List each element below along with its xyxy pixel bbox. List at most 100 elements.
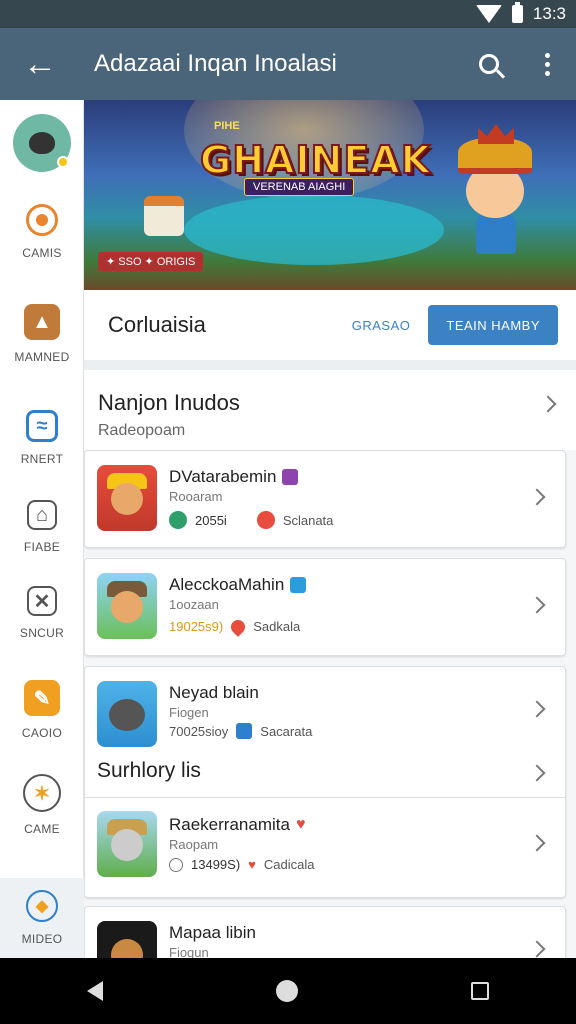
- group-header[interactable]: Nanjon Inudos Radeopoam: [84, 370, 576, 450]
- search-button[interactable]: [460, 28, 518, 100]
- sidebar-item-camis[interactable]: CAMIS: [0, 204, 84, 260]
- fire-icon: [256, 511, 275, 529]
- sidebar-item-label: CAOIO: [21, 726, 63, 740]
- info-icon: [169, 857, 183, 872]
- arrow-left-icon: ←: [23, 44, 57, 83]
- chevron-right-icon: [528, 940, 546, 958]
- section-header: Corluaisia GRASAO TEAIN HAMBY: [84, 290, 576, 360]
- app-value: 2055i: [195, 512, 227, 528]
- sidebar-item-label: RNERT: [20, 452, 64, 466]
- heart-icon: ♥: [295, 816, 306, 833]
- app-extra: Cadicala: [263, 857, 315, 872]
- sidebar-item-mideo[interactable]: ◆ MIDEO: [0, 878, 84, 958]
- app-extra: Sacarata: [260, 723, 313, 739]
- list-item[interactable]: AlecckoaMahin 1oozaan 19025s9) Sadkala: [84, 558, 566, 656]
- group-subtitle: Radeopoam: [98, 422, 186, 439]
- chevron-right-icon: [528, 596, 546, 614]
- app-subtitle: 1oozaan: [169, 597, 219, 612]
- sidebar-item-rnert[interactable]: ≈ RNERT: [0, 410, 84, 466]
- app-subtitle: Rooaram: [169, 489, 223, 504]
- app-thumbnail: [97, 681, 157, 747]
- app-subtitle: Raopam: [169, 837, 219, 852]
- sidebar-item-sncur[interactable]: ✕ SNCUR: [0, 586, 84, 640]
- list-item[interactable]: DVatarabemin Rooaram 2055i Sclanata: [84, 450, 566, 548]
- app-name: Mapaa libin: [169, 923, 256, 942]
- app-bar-title: Adazaai Inqan Inoalasi: [94, 50, 337, 77]
- sidebar-item-label: CAMIS: [22, 246, 62, 260]
- nav-home-icon[interactable]: [275, 980, 298, 1002]
- list-item[interactable]: Mapaa libin Fiogun: [84, 906, 566, 958]
- app-name: Neyad blain: [169, 683, 259, 702]
- list-item[interactable]: Neyad blain Fiogen 70025sioy Sacarata Su…: [84, 666, 566, 898]
- chevron-right-icon: [528, 700, 546, 718]
- sidebar: CAMIS ▲ MAMNED ≈ RNERT ⌂ FIABE ✕ SNCUR ✎…: [0, 100, 84, 958]
- app-value: 13499S): [191, 857, 241, 872]
- close-square-icon: ✕: [27, 586, 57, 616]
- app-tag-icon: [290, 577, 307, 593]
- battery-icon: [511, 2, 523, 23]
- banner-top-label: PIHE: [214, 120, 240, 132]
- heart-icon: [228, 616, 249, 637]
- app-bar: ← Adazaai Inqan Inoalasi: [0, 28, 576, 100]
- shield-icon: ◆: [26, 890, 58, 922]
- sidebar-profile[interactable]: [0, 114, 84, 172]
- status-bar: 13:3: [0, 0, 576, 28]
- home-icon: ⌂: [27, 500, 57, 530]
- banner-tags: ✦ SSO ✦ ORIGIS: [98, 252, 204, 271]
- avatar: [13, 114, 71, 172]
- search-icon: [479, 54, 499, 74]
- target-icon: [26, 204, 58, 236]
- chevron-right-icon: [528, 834, 546, 852]
- more-options-button[interactable]: [518, 28, 576, 100]
- app-subtitle: Fiogun: [169, 945, 209, 958]
- chevron-right-icon: [528, 488, 546, 506]
- sidebar-item-label: MIDEO: [21, 932, 63, 946]
- sidebar-item-fiabe[interactable]: ⌂ FIABE: [0, 500, 84, 554]
- app-thumbnail: [97, 811, 157, 877]
- banner-subtitle: VERENAB AIAGHI: [244, 178, 355, 196]
- sidebar-item-label: FIABE: [23, 540, 61, 554]
- section-action-button[interactable]: TEAIN HAMBY: [428, 305, 558, 345]
- app-extra: Sadkala: [253, 619, 301, 634]
- play-icon: [169, 511, 187, 529]
- group-title: Surhlory lis: [97, 759, 201, 782]
- app-thumbnail: [97, 573, 157, 639]
- app-tag-icon: [282, 469, 299, 485]
- sidebar-item-came[interactable]: ✶ CAME: [0, 774, 84, 836]
- app-subtitle: Fiogen: [169, 705, 209, 720]
- nav-recents-icon[interactable]: [471, 982, 490, 1000]
- wifi-icon: [475, 5, 502, 23]
- group-title: Nanjon Inudos: [98, 390, 240, 415]
- section-link[interactable]: GRASAO: [352, 318, 411, 333]
- sidebar-item-mamned[interactable]: ▲ MAMNED: [0, 304, 84, 364]
- app-name: DVatarabemin: [169, 467, 277, 486]
- more-vert-icon: [544, 52, 550, 76]
- section-title: Corluaisia: [108, 312, 206, 337]
- app-thumbnail: [97, 465, 157, 531]
- featured-banner[interactable]: PIHE GHAINEAK VERENAB AIAGHI ✦ SSO ✦ ORI…: [84, 100, 576, 290]
- app-name: Raekerranamita: [169, 815, 290, 834]
- pencil-icon: ✎: [24, 680, 60, 716]
- sidebar-item-label: SNCUR: [19, 626, 65, 640]
- back-button[interactable]: ←: [0, 28, 80, 100]
- status-time: 13:3: [532, 4, 566, 23]
- app-store-icon: [236, 723, 253, 739]
- nav-back-icon[interactable]: [86, 981, 103, 1001]
- hero-character-illustration: [454, 124, 536, 254]
- app-list: Nanjon Inudos Radeopoam DVatarabemin Roo…: [84, 370, 576, 958]
- app-value: 19025s9): [169, 619, 224, 634]
- chevron-right-icon: [528, 764, 546, 782]
- sidebar-item-label: MAMNED: [14, 350, 70, 364]
- notification-badge-icon: [57, 156, 69, 168]
- app-value: 70025sioy: [169, 723, 229, 739]
- app-extra: Sclanata: [282, 512, 334, 528]
- box-icon: ▲: [24, 304, 60, 340]
- app-thumbnail: [97, 921, 157, 958]
- sidebar-item-label: CAME: [24, 822, 60, 836]
- sidebar-item-caoio[interactable]: ✎ CAOIO: [0, 680, 84, 740]
- star-icon: ✶: [23, 774, 61, 812]
- banner-logo: GHAINEAK: [199, 137, 432, 183]
- app-name: AlecckoaMahin: [169, 575, 285, 594]
- system-nav-bar: [0, 958, 576, 1024]
- castle-illustration: [144, 196, 184, 236]
